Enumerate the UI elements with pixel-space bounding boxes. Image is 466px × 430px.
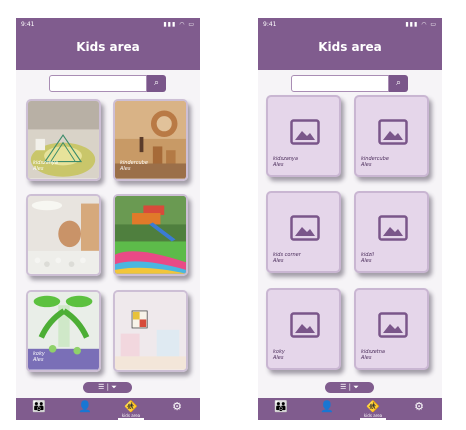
venue-card[interactable]: koky Ales [266,288,341,370]
venue-subtitle: Ales [273,162,284,168]
filter-toggle[interactable]: ☰ | ⏷ [83,382,132,393]
nav-item-community[interactable]: 👪 [258,398,304,420]
venue-photo [115,196,186,274]
screen-right: 9:41 ▮▮▮ ◠ ▭ Kids area ⌕ kidszanya Ales … [258,18,442,420]
profile-icon: 👤 [78,400,92,413]
venue-caption: kidszanya Ales [273,156,298,168]
page-title: Kids area [318,40,382,54]
venue-card[interactable] [26,194,101,276]
venue-caption: kindercube Ales [120,160,148,172]
venue-card[interactable] [113,290,188,372]
nav-item-kids-area[interactable]: 🚸 kids area [108,398,154,420]
image-placeholder-icon [290,215,320,241]
active-indicator [118,418,144,420]
venue-subtitle: Ales [33,166,44,172]
venue-subtitle: Ales [361,355,372,361]
group-icon: 👪 [274,400,288,413]
search-input[interactable] [49,75,147,92]
nav-item-profile[interactable]: 👤 [304,398,350,420]
nav-item-kids-area[interactable]: 🚸 kids area [350,398,396,420]
status-icons: ▮▮▮ ◠ ▭ [405,21,437,28]
image-placeholder-icon [290,312,320,338]
venue-card[interactable]: kidszetna Ales [354,288,429,370]
nav-item-settings[interactable]: ⚙ [396,398,442,420]
venue-subtitle: Ales [120,166,131,172]
app-header: 9:41 ▮▮▮ ◠ ▭ Kids area [16,18,200,70]
search-button[interactable]: ⌕ [147,75,166,92]
venue-photo [28,196,99,274]
venue-card[interactable]: kidszanya Ales [26,99,101,181]
venue-subtitle: Ales [361,258,372,264]
venue-caption: kids corner Ales [273,252,301,264]
search-button[interactable]: ⌕ [389,75,408,92]
group-icon: 👪 [32,400,46,413]
filter-icon[interactable]: ⏷ [111,383,117,391]
search-bar: ⌕ [49,75,167,92]
settings-icon: ⚙ [172,400,182,413]
active-indicator [360,418,386,420]
venue-subtitle: Ales [361,162,372,168]
search-icon: ⌕ [395,78,402,88]
venue-caption: kindercube Ales [361,156,389,168]
nav-item-settings[interactable]: ⚙ [154,398,200,420]
venue-caption: kidzil Ales [361,252,374,264]
venue-subtitle: Ales [273,258,284,264]
status-time: 9:41 [263,21,277,28]
search-icon: ⌕ [153,78,160,88]
venue-subtitle: Ales [33,357,44,363]
screen-left: 9:41 ▮▮▮ ◠ ▭ Kids area ⌕ kidszanya Ales [16,18,200,420]
status-time: 9:41 [21,21,35,28]
image-placeholder-icon [290,119,320,145]
nav-item-community[interactable]: 👪 [16,398,62,420]
venue-card[interactable]: kidzil Ales [354,191,429,273]
list-icon[interactable]: ☰ [98,383,104,391]
search-input[interactable] [291,75,389,92]
app-header: 9:41 ▮▮▮ ◠ ▭ Kids area [258,18,442,70]
venue-caption: koky Ales [33,351,45,363]
list-icon[interactable]: ☰ [340,383,346,391]
venue-subtitle: Ales [273,355,284,361]
venue-card[interactable]: kindercube Ales [113,99,188,181]
venue-caption: kidszanya Ales [33,160,58,172]
profile-icon: 👤 [320,400,334,413]
kids-icon: 🚸 [366,400,380,413]
venue-card[interactable] [113,194,188,276]
venue-card[interactable]: kidszanya Ales [266,95,341,177]
image-placeholder-icon [378,312,408,338]
image-placeholder-icon [378,215,408,241]
venue-card[interactable]: koky Ales [26,290,101,372]
venue-caption: koky Ales [273,349,285,361]
venue-photo [115,292,186,370]
filter-icon[interactable]: ⏷ [353,383,359,391]
nav-item-profile[interactable]: 👤 [62,398,108,420]
settings-icon: ⚙ [414,400,424,413]
status-icons: ▮▮▮ ◠ ▭ [163,21,195,28]
venue-card[interactable]: kindercube Ales [354,95,429,177]
venue-card[interactable]: kids corner Ales [266,191,341,273]
bottom-nav: 👪 👤 🚸 kids area ⚙ [16,398,200,420]
page-title: Kids area [76,40,140,54]
kids-icon: 🚸 [124,400,138,413]
filter-toggle[interactable]: ☰ | ⏷ [325,382,374,393]
search-bar: ⌕ [291,75,409,92]
image-placeholder-icon [378,119,408,145]
venue-caption: kidszetna Ales [361,349,385,361]
bottom-nav: 👪 👤 🚸 kids area ⚙ [258,398,442,420]
